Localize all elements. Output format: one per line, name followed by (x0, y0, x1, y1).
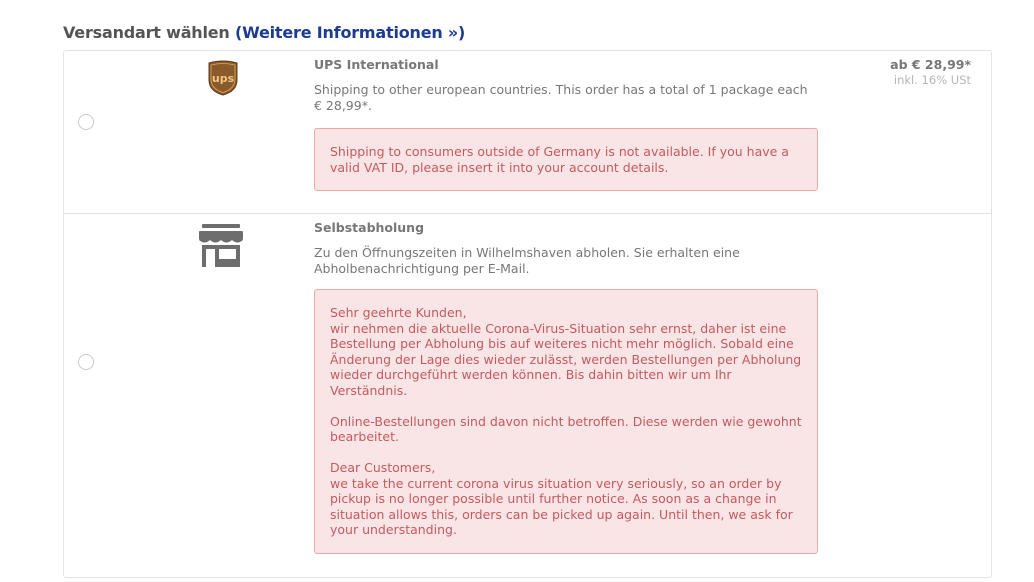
pickup-alert-online: Online-Bestellungen sind davon nicht bet… (330, 413, 802, 445)
ups-description: Shipping to other european countries. Th… (314, 82, 808, 113)
ups-tax-note: inkl. 16% USt (893, 73, 971, 87)
pickup-alert: Sehr geehrte Kunden, wir nehmen die aktu… (314, 289, 818, 554)
pickup-description: Zu den Öffnungszeiten in Wilhelmshaven a… (314, 245, 740, 276)
ups-price: ab € 28,99* inkl. 16% USt (890, 57, 971, 87)
pickup-radio-button[interactable] (78, 354, 94, 370)
heading-title: Versandart wählen (63, 23, 230, 42)
svg-text:ups: ups (212, 72, 235, 85)
store-icon (198, 223, 244, 269)
shipping-method-heading: Versandart wählen (Weitere Informationen… (63, 23, 465, 42)
ups-price-value: ab € 28,99* (890, 57, 971, 72)
shipping-option-ups[interactable]: ups UPS International Shipping to other … (64, 51, 991, 214)
ups-alert-text: Shipping to consumers outside of Germany… (330, 144, 789, 175)
ups-alert: Shipping to consumers outside of Germany… (314, 128, 818, 191)
pickup-alert-english: Dear Customers, we take the current coro… (330, 460, 793, 537)
ups-radio-button[interactable] (78, 114, 94, 130)
ups-logo-icon: ups (207, 60, 239, 96)
ups-info: UPS International Shipping to other euro… (314, 57, 818, 191)
more-info-link[interactable]: (Weitere Informationen ») (235, 23, 465, 42)
shipping-option-pickup[interactable]: Selbstabholung Zu den Öffnungszeiten in … (64, 213, 991, 577)
pickup-title: Selbstabholung (314, 220, 425, 235)
ups-title: UPS International (314, 57, 439, 72)
pickup-alert-german: Sehr geehrte Kunden, wir nehmen die aktu… (330, 305, 802, 398)
shipping-methods-panel: ups UPS International Shipping to other … (63, 50, 992, 578)
pickup-info: Selbstabholung Zu den Öffnungszeiten in … (314, 220, 818, 554)
